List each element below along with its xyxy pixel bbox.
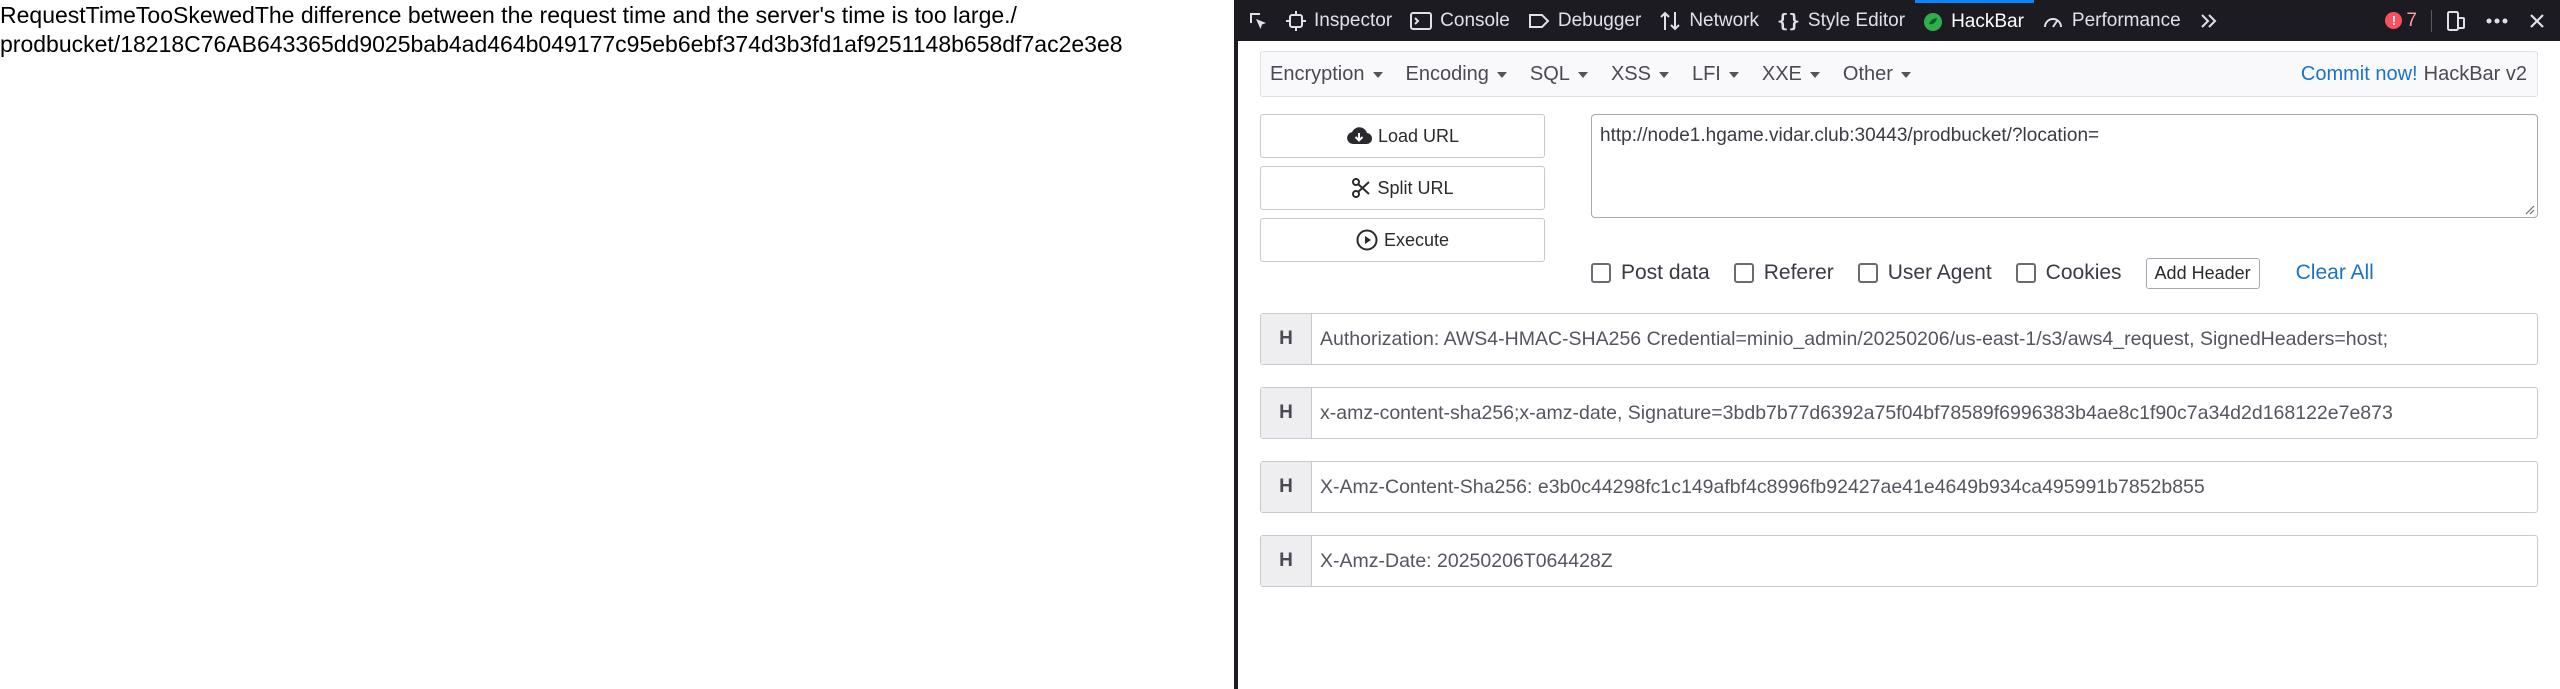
tab-performance[interactable]: Performance [2034, 0, 2191, 41]
cookies-checkbox[interactable] [2015, 263, 2036, 283]
commit-now-link[interactable]: Commit now! [2301, 63, 2418, 86]
error-message-line-2: prodbucket/18218C76AB643365dd9025bab4ad4… [0, 31, 1123, 57]
cookies-option[interactable]: Cookies [2015, 261, 2122, 285]
button-label: Load URL [1377, 125, 1460, 146]
devtools-toolbar: Inspector Console Debugger Network {} St… [1238, 0, 2560, 41]
style-editor-icon: {} [1777, 9, 1800, 32]
page-content: RequestTimeTooSkewedThe difference betwe… [0, 0, 1234, 689]
caret-down-icon [1372, 72, 1383, 78]
split-url-button[interactable]: Split URL [1260, 166, 1545, 210]
tab-label: HackBar [1951, 11, 2024, 32]
performance-icon [2043, 17, 2062, 28]
play-circle-icon [1356, 229, 1378, 251]
load-url-button[interactable]: Load URL [1260, 114, 1545, 158]
menu-label: Encryption [1270, 62, 1365, 85]
header-value-input[interactable]: X-Amz-Content-Sha256: e3b0c44298fc1c149a… [1312, 462, 2537, 512]
referer-option[interactable]: Referer [1733, 261, 1834, 285]
hackbar-version: HackBar v2 [2423, 62, 2527, 85]
option-label: Post data [1621, 261, 1710, 284]
tab-label: Network [1689, 9, 1760, 31]
request-options: Post data Referer User Agent Cookies Add… [1591, 253, 2374, 293]
tab-debugger[interactable]: Debugger [1520, 0, 1651, 41]
responsive-design-icon[interactable] [2438, 0, 2474, 41]
referer-checkbox[interactable] [1733, 263, 1754, 283]
error-icon: ! [2385, 12, 2403, 29]
url-value: http://node1.hgame.vidar.club:30443/prod… [1600, 125, 2100, 146]
menu-label: XSS [1610, 62, 1651, 85]
network-icon [1660, 11, 1681, 30]
error-count-badge[interactable]: ! 7 [2377, 10, 2425, 32]
close-icon[interactable] [2520, 0, 2554, 41]
header-value-input[interactable]: Authorization: AWS4-HMAC-SHA256 Credenti… [1312, 314, 2537, 364]
caret-down-icon [1728, 72, 1739, 78]
element-picker-icon[interactable] [1238, 0, 1278, 41]
menu-label: Other [1842, 62, 1893, 85]
tab-label: Console [1440, 9, 1510, 31]
tab-label: Style Editor [1807, 9, 1906, 31]
menu-encoding[interactable]: Encoding [1397, 63, 1521, 86]
menu-xxe[interactable]: XXE [1753, 63, 1834, 86]
tab-label: Performance [2071, 9, 2181, 31]
more-options-icon[interactable] [2478, 0, 2516, 41]
option-label: User Agent [1887, 261, 1992, 284]
header-row: H X-Amz-Date: 20250206T064428Z [1260, 535, 2538, 587]
header-row: H X-Amz-Content-Sha256: e3b0c44298fc1c14… [1260, 461, 2538, 513]
cloud-download-icon [1347, 127, 1372, 145]
execute-button[interactable]: Execute [1260, 218, 1545, 262]
debugger-icon [1528, 13, 1550, 28]
menu-sql[interactable]: SQL [1521, 63, 1602, 86]
hackbar-icon [1924, 13, 1943, 31]
post-data-checkbox[interactable] [1591, 263, 1611, 283]
devtools-panel: Inspector Console Debugger Network {} St… [1238, 0, 2560, 689]
url-textarea[interactable]: http://node1.hgame.vidar.club:30443/prod… [1591, 114, 2538, 218]
scissors-icon [1352, 178, 1371, 198]
header-tag[interactable]: H [1261, 388, 1312, 438]
tab-label: Inspector [1314, 9, 1393, 31]
console-icon [1410, 11, 1433, 30]
hackbar-panel: Encryption Encoding SQL XSS LFI XXE Othe… [1238, 41, 2560, 689]
menu-lfi[interactable]: LFI [1683, 63, 1753, 86]
tab-network[interactable]: Network [1651, 0, 1769, 41]
button-label: Execute [1383, 229, 1450, 250]
option-label: Referer [1763, 261, 1834, 284]
button-label: Split URL [1377, 177, 1454, 198]
header-tag[interactable]: H [1261, 536, 1312, 586]
tab-inspector[interactable]: Inspector [1278, 0, 1402, 41]
error-message-line-1: RequestTimeTooSkewedThe difference betwe… [0, 2, 1017, 28]
header-tag[interactable]: H [1261, 462, 1312, 512]
tab-label: Debugger [1557, 9, 1642, 31]
menu-xss[interactable]: XSS [1602, 63, 1683, 86]
error-count: 7 [2406, 9, 2417, 31]
header-row: H Authorization: AWS4-HMAC-SHA256 Creden… [1260, 313, 2538, 365]
toolbar-divider [2431, 9, 2432, 32]
header-row: H x-amz-content-sha256;x-amz-date, Signa… [1260, 387, 2538, 439]
caret-down-icon [1496, 72, 1507, 78]
add-header-button[interactable]: Add Header [2145, 257, 2260, 289]
user-agent-option[interactable]: User Agent [1857, 261, 1992, 285]
clear-all-link[interactable]: Clear All [2296, 261, 2374, 285]
header-value-input[interactable]: x-amz-content-sha256;x-amz-date, Signatu… [1312, 388, 2537, 438]
tab-console[interactable]: Console [1402, 0, 1520, 41]
header-tag[interactable]: H [1261, 314, 1312, 364]
menu-label: Encoding [1405, 62, 1489, 85]
caret-down-icon [1809, 72, 1820, 78]
inspector-icon [1286, 10, 1306, 31]
menu-label: SQL [1529, 62, 1570, 85]
caret-down-icon [1900, 72, 1911, 78]
tab-style-editor[interactable]: {} Style Editor [1769, 0, 1915, 41]
header-value-input[interactable]: X-Amz-Date: 20250206T064428Z [1312, 536, 2537, 586]
caret-down-icon [1658, 72, 1669, 78]
user-agent-checkbox[interactable] [1857, 263, 1878, 283]
hackbar-menubar: Encryption Encoding SQL XSS LFI XXE Othe… [1260, 51, 2538, 97]
more-tools-chevron-icon[interactable] [2191, 0, 2227, 41]
post-data-option[interactable]: Post data [1591, 261, 1710, 285]
resize-grip-icon[interactable] [2523, 203, 2535, 215]
caret-down-icon [1577, 72, 1588, 78]
tab-hackbar[interactable]: HackBar [1915, 0, 2034, 41]
option-label: Cookies [2045, 261, 2122, 284]
menu-label: LFI [1691, 62, 1721, 85]
menu-other[interactable]: Other [1834, 63, 1925, 86]
menu-label: XXE [1761, 62, 1802, 85]
menu-encryption[interactable]: Encryption [1261, 63, 1397, 86]
